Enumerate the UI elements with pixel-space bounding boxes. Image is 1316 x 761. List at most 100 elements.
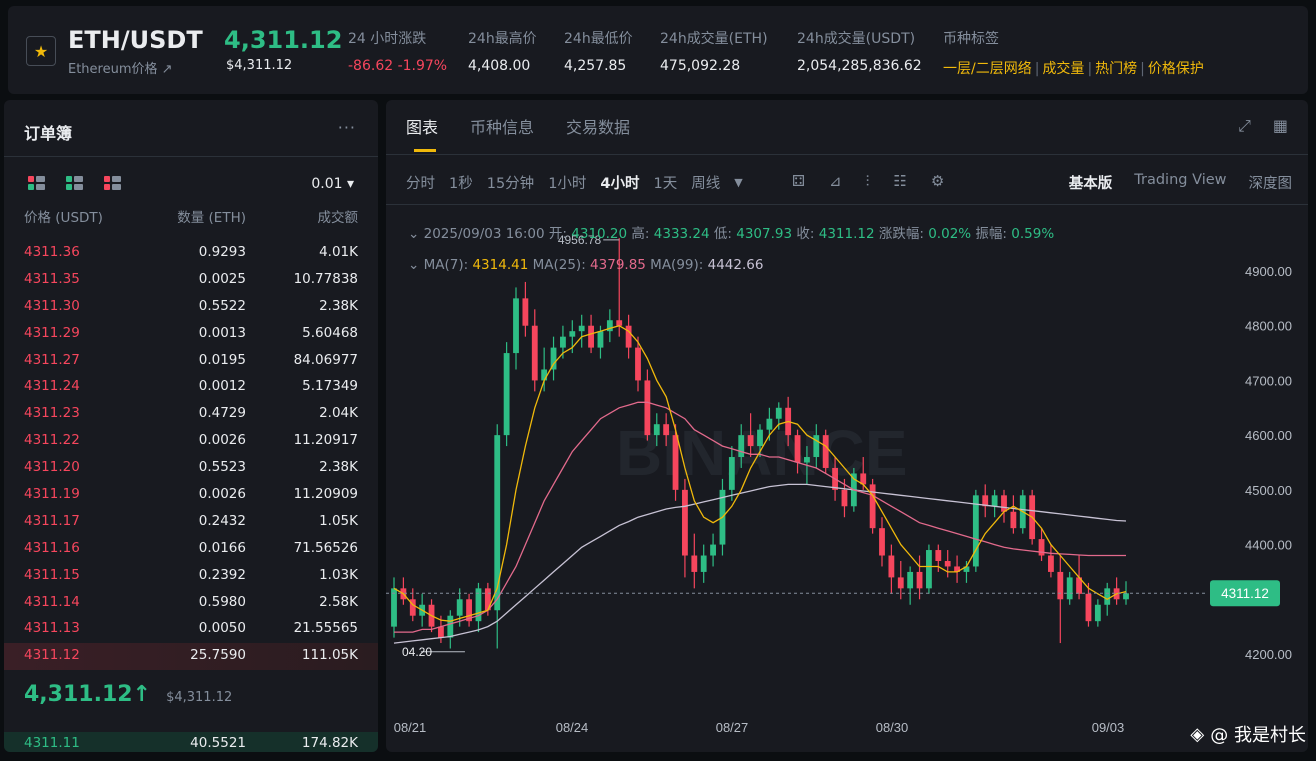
ask-row[interactable]: 4311.12 25.7590 111.05K (4, 643, 378, 671)
tag-link[interactable]: 成交量 (1042, 61, 1084, 77)
ask-row[interactable]: 4311.23 0.4729 2.04K (4, 401, 378, 428)
candle-body (1066, 577, 1073, 600)
candle-body (728, 457, 735, 490)
ask-price: 4311.29 (24, 324, 80, 341)
stat-label: 24h成交量(ETH) (660, 31, 768, 47)
layout-both-icon[interactable] (28, 176, 45, 190)
mid-price[interactable]: 4,311.12↑ $4,311.12 (24, 682, 232, 707)
tag-link[interactable]: 一层/二层网络 (943, 61, 1032, 77)
symbol-title[interactable]: ETH/USDT (68, 26, 203, 54)
candle-body (513, 298, 519, 354)
bid-price: 4311.11 (24, 735, 80, 751)
ask-qty: 0.0026 (198, 432, 246, 449)
ask-total: 1.03K (319, 566, 358, 583)
ohlc-label: 涨跌幅: (878, 226, 924, 242)
layout-bids-icon[interactable] (66, 176, 83, 190)
candle-body (541, 369, 548, 381)
candle-body (503, 353, 510, 436)
candle-body (625, 325, 632, 348)
candle-body (757, 429, 763, 447)
symbol-subtitle-link[interactable]: Ethereum价格 ↗ (68, 58, 173, 77)
layout-asks-icon[interactable] (104, 176, 121, 190)
more-options-icon[interactable]: ··· (338, 118, 356, 137)
ohlc-low: 4307.93 (736, 226, 793, 242)
collapse-chevron-icon[interactable]: ⌄ (408, 226, 419, 242)
candle-body (1094, 604, 1101, 622)
ticker-bar: ★ ETH/USDT Ethereum价格 ↗ 4,311.12 $4,311.… (8, 6, 1308, 94)
stat-label: 24 小时涨跌 (348, 31, 427, 47)
ask-total: 71.56526 (293, 539, 358, 556)
ask-total: 2.58K (319, 593, 358, 610)
candle-body (616, 320, 623, 326)
ohlc-open: 4310.20 (571, 226, 628, 242)
stat-label: 24h成交量(USDT) (797, 31, 916, 47)
stat-24h-volume-eth: 24h成交量(ETH) 475,092.28 (660, 28, 768, 74)
ask-qty: 0.0013 (198, 324, 246, 341)
ask-qty: 0.0025 (198, 270, 246, 287)
ask-qty: 0.4729 (198, 405, 246, 422)
ask-row[interactable]: 4311.15 0.2392 1.03K (4, 563, 378, 590)
y-tick-label: 4900.00 (1245, 264, 1292, 279)
ask-total: 10.77838 (293, 270, 358, 287)
mid-price-usd: $4,311.12 (166, 690, 233, 705)
ask-row[interactable]: 4311.24 0.0012 5.17349 (4, 374, 378, 401)
ask-price: 4311.15 (24, 566, 80, 583)
candle-body (597, 331, 604, 348)
ask-total: 21.55565 (293, 620, 358, 637)
ask-row[interactable]: 4311.20 0.5523 2.38K (4, 455, 378, 482)
candle-body (944, 560, 951, 567)
ma7-label: MA(7): (423, 257, 469, 273)
candle-body (1010, 511, 1017, 529)
candle-body (916, 571, 923, 589)
candle-body (663, 424, 670, 436)
candle-body (1085, 593, 1092, 622)
ask-row[interactable]: 4311.14 0.5980 2.58K (4, 590, 378, 617)
ask-qty: 0.0166 (198, 539, 246, 556)
stat-24h-change: 24 小时涨跌 -86.62 -1.97% (348, 28, 447, 74)
candlestick-chart[interactable]: BINANCE4900.004800.004700.004600.004500.… (386, 100, 1308, 752)
stat-value: 2,054,285,836.62 (797, 58, 922, 74)
candle-body (710, 544, 716, 556)
tag-link[interactable]: 价格保护 (1148, 61, 1204, 77)
ask-row[interactable]: 4311.16 0.0166 71.56526 (4, 536, 378, 563)
ask-row[interactable]: 4311.13 0.0050 21.55565 (4, 616, 378, 643)
candle-body (766, 418, 773, 430)
y-tick-label: 4400.00 (1245, 538, 1292, 553)
candle-body (700, 555, 707, 572)
ask-row[interactable]: 4311.36 0.9293 4.01K (4, 240, 378, 267)
bid-row[interactable]: 4311.11 40.5521 174.82K (4, 732, 378, 752)
candle-body (1104, 588, 1111, 605)
precision-select[interactable]: 0.01 ▾ (311, 176, 354, 192)
ohlc-label: 振幅: (975, 226, 1007, 242)
ask-row[interactable]: 4311.35 0.0025 10.77838 (4, 267, 378, 294)
y-tick-label: 4800.00 (1245, 319, 1292, 334)
favorite-star-icon[interactable]: ★ (26, 36, 56, 66)
collapse-chevron-icon[interactable]: ⌄ (408, 257, 419, 273)
ask-price: 4311.35 (24, 270, 80, 287)
ask-total: 2.38K (319, 297, 358, 314)
stat-label: 币种标签 (943, 31, 999, 47)
ask-row[interactable]: 4311.27 0.0195 84.06977 (4, 348, 378, 375)
x-tick-label: 08/24 (556, 720, 589, 735)
ask-total: 84.06977 (293, 351, 358, 368)
tag-link[interactable]: 热门榜 (1095, 61, 1137, 77)
ask-row[interactable]: 4311.29 0.0013 5.60468 (4, 321, 378, 348)
ask-total: 111.05K (301, 647, 358, 664)
orderbook-layout-toggles (28, 176, 121, 190)
ask-row[interactable]: 4311.30 0.5522 2.38K (4, 294, 378, 321)
ask-row[interactable]: 4311.17 0.2432 1.05K (4, 509, 378, 536)
header-qty: 数量 (ETH) (177, 210, 246, 226)
ask-price: 4311.16 (24, 539, 80, 556)
stat-value: 475,092.28 (660, 58, 741, 74)
binance-logo-icon: ◈ (1190, 723, 1205, 745)
ask-total: 5.17349 (302, 378, 358, 395)
ask-price: 4311.23 (24, 405, 80, 422)
ask-row[interactable]: 4311.22 0.0026 11.20917 (4, 428, 378, 455)
ask-row[interactable]: 4311.19 0.0026 11.20909 (4, 482, 378, 509)
current-price-label: 4311.12 (1221, 586, 1269, 601)
x-tick-label: 08/21 (394, 720, 427, 735)
stat-tags: 币种标签 一层/二层网络 | 成交量 | 热门榜 | 价格保护 (943, 28, 1204, 78)
ask-total: 4.01K (319, 244, 358, 260)
ask-qty: 0.9293 (198, 244, 246, 260)
ask-qty: 0.0026 (198, 486, 246, 503)
